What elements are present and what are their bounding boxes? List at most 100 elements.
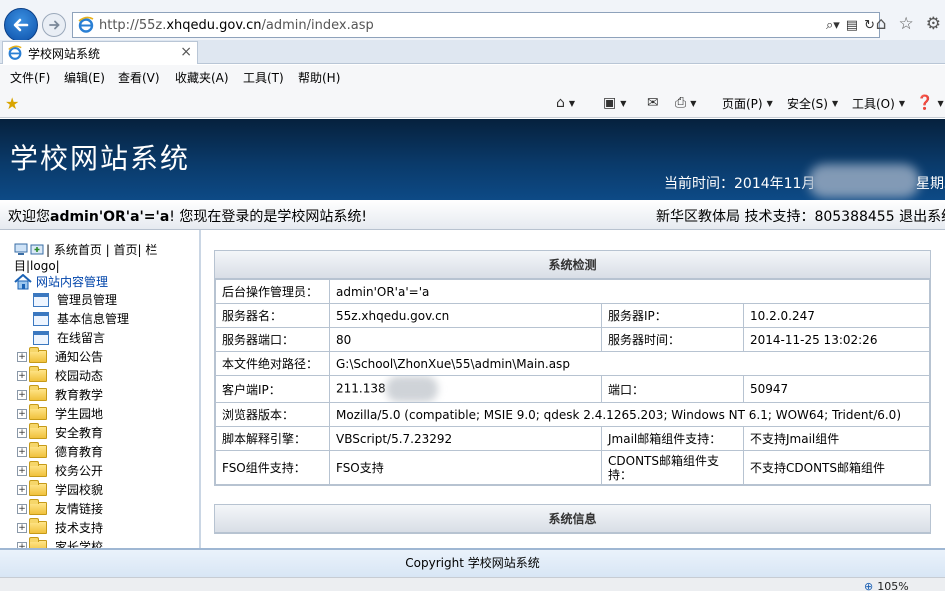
zoom-control[interactable]: ⊕ 105% (864, 580, 909, 591)
folder-icon (29, 423, 47, 439)
folder-icon (29, 480, 47, 496)
server-ip-value: 10.2.0.247 (743, 303, 930, 328)
expand-icon[interactable]: + (17, 389, 27, 400)
help-button[interactable]: ❓ ▼ (916, 95, 944, 111)
safety-menu[interactable]: 安全(S) ▼ (787, 95, 838, 112)
close-icon[interactable]: × (180, 44, 192, 60)
table-row: 服务器名： 55z.xhqedu.gov.cn 服务器IP： 10.2.0.24… (215, 303, 930, 328)
ie-favicon-icon (78, 16, 94, 33)
menu-tools[interactable]: 工具(T) (243, 69, 284, 86)
sidebar-folder[interactable]: + 校园动态 (17, 366, 103, 384)
page-menu[interactable]: 页面(P) ▼ (722, 95, 773, 112)
page-menu-label: 页面(P) (722, 97, 763, 111)
cdonts-value: 不支持CDONTS邮箱组件 (743, 450, 930, 485)
welcome-text: 欢迎您admin'OR'a'='a! 您现在登录的是学校网站系统! (8, 209, 367, 225)
rss-icon: ▣ (603, 95, 617, 111)
weekday-text: 星期二 (916, 176, 945, 192)
favorites-star-icon[interactable]: ☆ (899, 14, 914, 34)
tree-root-label: 网站内容管理 (36, 275, 109, 289)
sidebar-folder[interactable]: + 家长学校 (17, 537, 103, 548)
feeds-button[interactable]: ▣ ▼ (603, 95, 626, 111)
menu-help[interactable]: 帮助(H) (298, 69, 340, 86)
system-info-panel: 系统信息 (214, 504, 931, 534)
zoom-icon: ⊕ (864, 580, 874, 591)
mail-button[interactable]: ✉ (647, 95, 659, 111)
browser-label: 浏览器版本： (215, 402, 330, 427)
tools-menu[interactable]: 工具(O) ▼ (852, 95, 905, 112)
expand-icon[interactable]: + (17, 465, 27, 476)
tab-school-site[interactable]: 学校网站系统 × (2, 41, 198, 64)
sidebar-folder[interactable]: + 德育教育 (17, 442, 103, 460)
forward-button[interactable] (42, 13, 66, 37)
add-icon[interactable] (30, 243, 44, 256)
home-icon[interactable]: ⌂ (876, 14, 887, 34)
page-icon (33, 292, 49, 307)
print-button[interactable]: ⎙ ▼ (675, 95, 696, 111)
add-favorites-star-icon[interactable]: ★ (5, 94, 19, 113)
expand-icon[interactable]: + (17, 408, 27, 419)
sidebar-item-messages[interactable]: 在线留言 (33, 329, 105, 346)
current-time: 当前时间：2014年11月 (664, 176, 816, 192)
expand-icon[interactable]: + (17, 446, 27, 457)
system-check-table: 后台操作管理员： admin'OR'a'='a 服务器名： 55z.xhqedu… (215, 279, 930, 485)
sidebar-folder[interactable]: + 校务公开 (17, 461, 103, 479)
sidebar-item-admin[interactable]: 管理员管理 (33, 291, 117, 308)
sidebar-item-basic-info[interactable]: 基本信息管理 (33, 310, 129, 327)
table-row: 客户端IP： 211.138 端口： 50947 (215, 375, 930, 403)
expand-icon[interactable]: + (17, 427, 27, 438)
back-button[interactable] (4, 8, 38, 42)
path-label: 本文件绝对路径： (215, 351, 330, 376)
port-label: 端口： (601, 375, 744, 403)
command-bar: ★ ⌂ ▼ ▣ ▼ ✉ ⎙ ▼ 页面(P) ▼ 安全(S) ▼ 工具(O) ▼ ❓ ▼ (0, 89, 945, 118)
chrome-icons: ⌂ ☆ ⚙ (876, 14, 941, 34)
refresh-icon[interactable]: ↻ (864, 18, 875, 33)
expand-icon[interactable]: + (17, 522, 27, 533)
monitor-icon[interactable] (14, 243, 28, 256)
table-row: FSO组件支持： FSO支持 CDONTS邮箱组件支持： 不支持CDONTS邮箱… (215, 450, 930, 485)
sidebar-folder[interactable]: + 友情链接 (17, 499, 103, 517)
main-content: 系统检测 后台操作管理员： admin'OR'a'='a 服务器名： 55z.x… (203, 230, 945, 548)
sidebar-folder[interactable]: + 学生园地 (17, 404, 103, 422)
sidebar: | 系统首页 | 首页| 栏目|logo| 网站内容管理 管理员管理 基本信息管… (0, 230, 201, 548)
sidebar-folder[interactable]: + 通知公告 (17, 347, 103, 365)
folder-icon (29, 518, 47, 534)
client-ip-value: 211.138 (336, 381, 386, 396)
search-icon[interactable]: ⌕▾ (826, 18, 840, 33)
compat-view-icon[interactable]: ▤ (846, 18, 858, 33)
menu-file[interactable]: 文件(F) (10, 69, 50, 86)
menu-view[interactable]: 查看(V) (118, 69, 160, 86)
home-button[interactable]: ⌂ ▼ (556, 95, 575, 111)
tree-root[interactable]: 网站内容管理 (14, 273, 108, 290)
safety-menu-label: 安全(S) (787, 97, 828, 111)
table-row: 服务器端口： 80 服务器时间： 2014-11-25 13:02:26 (215, 327, 930, 352)
folder-icon (29, 366, 47, 382)
system-check-panel: 系统检测 后台操作管理员： admin'OR'a'='a 服务器名： 55z.x… (214, 250, 931, 486)
expand-icon[interactable]: + (17, 484, 27, 495)
table-row: 浏览器版本： Mozilla/5.0 (compatible; MSIE 9.0… (215, 402, 930, 427)
status-bar: ⊕ 105% (0, 577, 945, 591)
ie-tab-icon (8, 45, 22, 60)
settings-gear-icon[interactable]: ⚙ (926, 14, 941, 34)
client-ip-label: 客户端IP： (215, 375, 330, 403)
menu-favorites[interactable]: 收藏夹(A) (175, 69, 229, 86)
sidebar-folder[interactable]: + 教育教学 (17, 385, 103, 403)
admin-value: admin'OR'a'='a (329, 279, 930, 304)
zoom-level: 105% (877, 580, 909, 591)
sidebar-folder[interactable]: + 技术支持 (17, 518, 103, 536)
expand-icon[interactable]: + (17, 503, 27, 514)
tab-title: 学校网站系统 (28, 46, 101, 61)
server-name-label: 服务器名： (215, 303, 330, 328)
menu-edit[interactable]: 编辑(E) (64, 69, 105, 86)
url-input[interactable]: http://55z.xhqedu.gov.cn/admin/index.asp… (72, 12, 880, 38)
fso-label: FSO组件支持： (215, 450, 330, 485)
server-port-label: 服务器端口： (215, 327, 330, 352)
username: admin'OR'a'='a (50, 209, 170, 225)
support-and-logout[interactable]: 新华区教体局 技术支持：805388455 退出系统 (656, 206, 945, 226)
expand-icon[interactable]: + (17, 351, 27, 362)
expand-icon[interactable]: + (17, 370, 27, 381)
port-value: 50947 (743, 375, 930, 403)
sidebar-folder[interactable]: + 安全教育 (17, 423, 103, 441)
server-ip-label: 服务器IP： (601, 303, 744, 328)
sidebar-folder[interactable]: + 学园校貌 (17, 480, 103, 498)
page-icon (33, 330, 49, 345)
